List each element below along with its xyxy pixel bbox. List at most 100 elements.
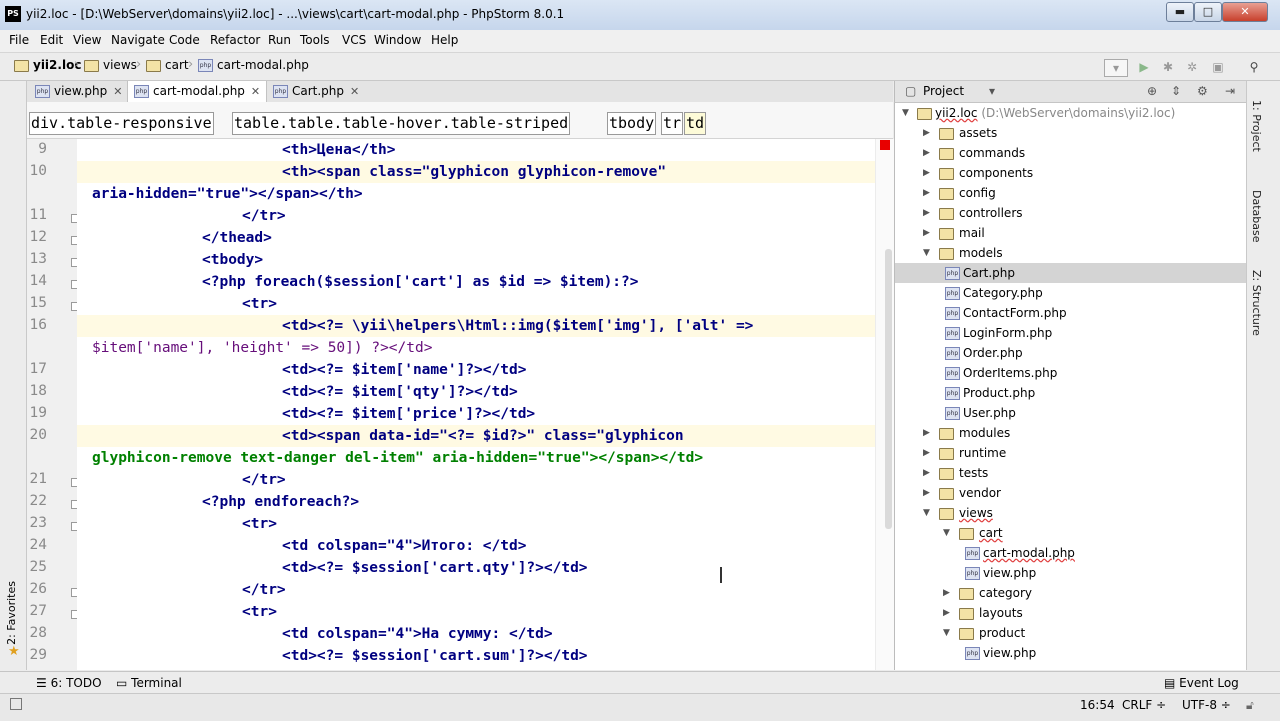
menu-window[interactable]: Window [374, 33, 421, 47]
terminal-tool-icon[interactable]: ▣ [1210, 59, 1226, 75]
project-side-tab[interactable]: 1: Project [1250, 100, 1263, 152]
code-editor[interactable]: <th>Цена</th> <th><span class="glyphicon… [77, 139, 875, 670]
expand-arrow-icon[interactable]: ▶ [923, 483, 930, 503]
menu-view[interactable]: View [73, 33, 101, 47]
tree-folder[interactable]: ▶ assets [895, 123, 1247, 143]
line-separator-selector[interactable]: CRLF ÷ [1122, 698, 1166, 712]
todo-tool-button[interactable]: ☰ 6: TODO [36, 676, 102, 690]
expand-arrow-icon[interactable]: ▼ [902, 103, 909, 123]
tree-folder[interactable]: ▶ controllers [895, 203, 1247, 223]
menu-edit[interactable]: Edit [40, 33, 63, 47]
menu-tools[interactable]: Tools [300, 33, 330, 47]
tree-file[interactable]: php LoginForm.php [895, 323, 1247, 343]
encoding-selector[interactable]: UTF-8 ÷ [1182, 698, 1231, 712]
expand-arrow-icon[interactable]: ▶ [923, 163, 930, 183]
tree-folder[interactable]: ▶ tests [895, 463, 1247, 483]
maximize-button[interactable]: □ [1194, 2, 1222, 22]
run-config-dropdown[interactable]: ▾ [1104, 59, 1128, 77]
tree-file[interactable]: php Product.php [895, 383, 1247, 403]
chevron-down-icon[interactable]: ▾ [989, 84, 995, 98]
editor-scrollbar-thumb[interactable] [885, 249, 892, 529]
expand-arrow-icon[interactable]: ▶ [923, 423, 930, 443]
tree-file[interactable]: php User.php [895, 403, 1247, 423]
menu-code[interactable]: Code [169, 33, 200, 47]
search-icon[interactable]: ⚲ [1246, 59, 1262, 75]
coverage-icon[interactable]: ✲ [1184, 59, 1200, 75]
close-tab-icon[interactable]: ✕ [251, 85, 260, 98]
tree-file[interactable]: php ContactForm.php [895, 303, 1247, 323]
menu-navigate[interactable]: Navigate [111, 33, 165, 47]
expand-arrow-icon[interactable]: ▶ [923, 463, 930, 483]
close-button[interactable]: ✕ [1222, 2, 1268, 22]
terminal-tool-button[interactable]: ▭ Terminal [116, 676, 182, 690]
debug-icon[interactable]: ✱ [1160, 59, 1176, 75]
tree-folder[interactable]: ▼ models [895, 243, 1247, 263]
expand-arrow-icon[interactable]: ▶ [923, 223, 930, 243]
minimize-button[interactable]: ▬ [1166, 2, 1194, 22]
nav-crumb-file[interactable]: php cart-modal.php [198, 58, 309, 74]
database-side-tab[interactable]: Database [1250, 190, 1263, 243]
hide-panel-icon[interactable]: ⇥ [1225, 84, 1235, 98]
project-view-selector[interactable]: Project [923, 84, 964, 98]
favorites-tab[interactable]: 2: Favorites [5, 581, 18, 645]
expand-arrow-icon[interactable]: ▶ [943, 583, 950, 603]
collapse-all-icon[interactable]: ⇕ [1171, 84, 1181, 98]
tree-folder[interactable]: ▶ category [895, 583, 1247, 603]
tree-folder[interactable]: ▶ runtime [895, 443, 1247, 463]
tree-folder[interactable]: ▶ modules [895, 423, 1247, 443]
structure-side-tab[interactable]: Z: Structure [1250, 270, 1263, 336]
tree-file[interactable]: php Order.php [895, 343, 1247, 363]
tree-folder[interactable]: ▼ product [895, 623, 1247, 643]
tree-file[interactable]: php OrderItems.php [895, 363, 1247, 383]
close-tab-icon[interactable]: ✕ [113, 85, 122, 98]
tab-cart-modal-php[interactable]: php cart-modal.php ✕ [127, 81, 268, 103]
breadcrumb-div[interactable]: div.table-responsive [29, 112, 214, 135]
tree-root[interactable]: ▼ yii2.loc (D:\WebServer\domains\yii2.lo… [895, 103, 1247, 123]
expand-arrow-icon[interactable]: ▶ [923, 123, 930, 143]
collapse-arrow-icon[interactable]: ▼ [943, 523, 950, 543]
expand-arrow-icon[interactable]: ▶ [943, 603, 950, 623]
collapse-arrow-icon[interactable]: ▼ [923, 243, 930, 263]
gear-icon[interactable]: ⚙ [1197, 84, 1208, 98]
collapse-arrow-icon[interactable]: ▼ [943, 623, 950, 643]
tree-file[interactable]: php Cart.php [895, 263, 1247, 283]
breadcrumb-td[interactable]: td [684, 112, 707, 135]
tree-file[interactable]: php view.php [895, 563, 1247, 583]
collapse-arrow-icon[interactable]: ▼ [923, 503, 930, 523]
close-tab-icon[interactable]: ✕ [350, 85, 359, 98]
nav-crumb-cart[interactable]: cart [146, 58, 189, 74]
tool-windows-toggle-icon[interactable] [10, 698, 22, 710]
breadcrumb-tbody[interactable]: tbody [607, 112, 657, 135]
expand-arrow-icon[interactable]: ▶ [923, 143, 930, 163]
nav-crumb-views[interactable]: views [84, 58, 137, 74]
menu-run[interactable]: Run [268, 33, 291, 47]
tab-view-php[interactable]: php view.php ✕ [29, 81, 128, 102]
tree-folder[interactable]: ▶ commands [895, 143, 1247, 163]
menu-refactor[interactable]: Refactor [210, 33, 260, 47]
menu-file[interactable]: File [9, 33, 29, 47]
scroll-from-source-icon[interactable]: ⊕ [1147, 84, 1157, 98]
tree-folder[interactable]: ▶ components [895, 163, 1247, 183]
tree-folder[interactable]: ▶ vendor [895, 483, 1247, 503]
tree-folder[interactable]: ▶ layouts [895, 603, 1247, 623]
expand-arrow-icon[interactable]: ▶ [923, 183, 930, 203]
expand-arrow-icon[interactable]: ▶ [923, 203, 930, 223]
error-stripe-icon[interactable] [880, 140, 890, 150]
breadcrumb-tr[interactable]: tr [661, 112, 684, 135]
tree-folder[interactable]: ▼ views [895, 503, 1247, 523]
run-icon[interactable]: ▶ [1136, 59, 1152, 75]
tree-folder[interactable]: ▶ mail [895, 223, 1247, 243]
tree-folder[interactable]: ▼ cart [895, 523, 1247, 543]
expand-arrow-icon[interactable]: ▶ [923, 443, 930, 463]
menu-vcs[interactable]: VCS [342, 33, 366, 47]
event-log-button[interactable]: ▤ Event Log [1164, 676, 1239, 690]
menu-help[interactable]: Help [431, 33, 458, 47]
lock-icon[interactable]: 🔓︎ [1246, 698, 1254, 713]
tree-folder[interactable]: ▶ config [895, 183, 1247, 203]
tree-file[interactable]: php view.php [895, 643, 1247, 663]
tree-file[interactable]: php Category.php [895, 283, 1247, 303]
caret-position[interactable]: 16:54 [1080, 698, 1115, 712]
tree-file[interactable]: php cart-modal.php [895, 543, 1247, 563]
tab-cart-php[interactable]: php Cart.php ✕ [267, 81, 365, 102]
nav-crumb-project[interactable]: yii2.loc [14, 58, 81, 74]
